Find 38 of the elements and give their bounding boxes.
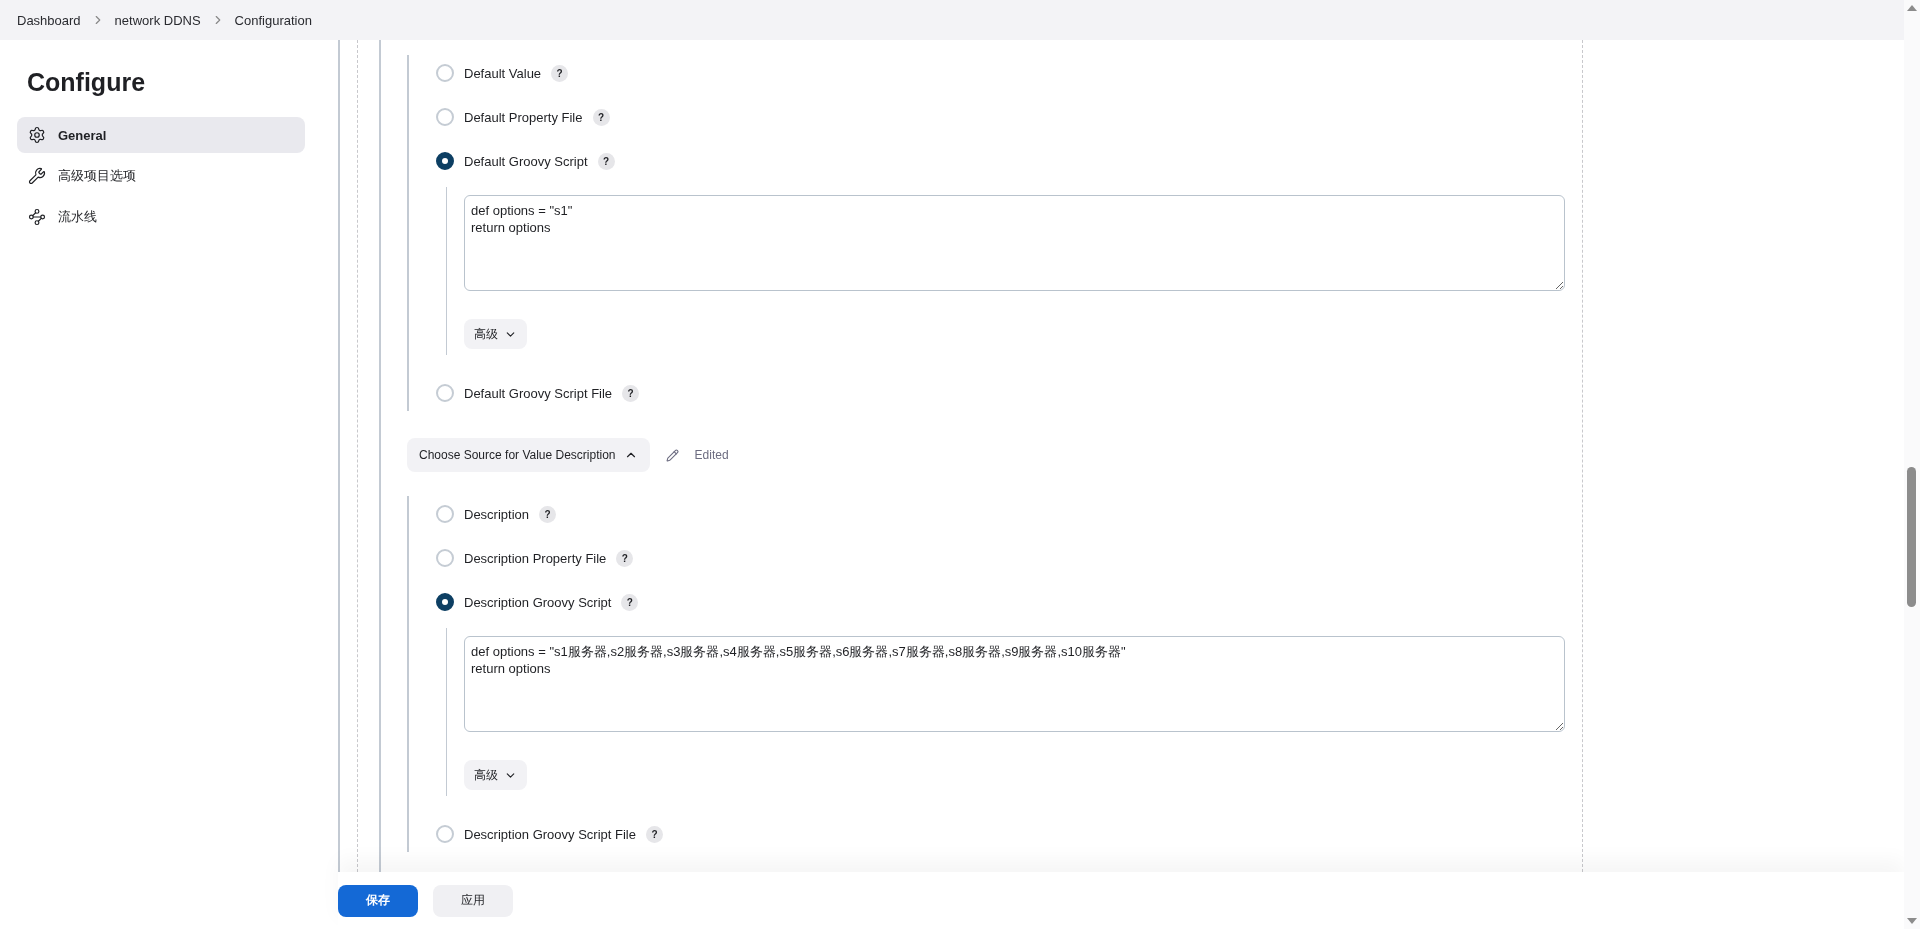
script-field[interactable]: def options = "s1" return options [464,195,1565,291]
sidebar-item[interactable]: 流水线 [17,199,305,235]
page-title: Configure [27,68,147,97]
save-button[interactable]: 保存 [338,884,418,917]
wrench-icon [28,167,46,185]
option-label: Description Groovy Script [464,594,612,610]
breadcrumb-link[interactable]: Configuration [234,12,312,28]
help-button[interactable]: ? [616,549,634,567]
option-label: Default Property File [464,109,583,125]
option-label: Default Groovy Script File [464,385,613,401]
option-label: Description Groovy Script File [464,826,636,842]
help-button[interactable]: ? [551,64,569,82]
pencil-icon [665,448,679,462]
breadcrumb-link[interactable]: Dashboard [17,12,81,28]
radio-button[interactable] [436,593,454,611]
option-label: Description [464,506,530,522]
option-label: Description Property File [464,550,607,566]
help-button[interactable]: ? [539,505,557,523]
edited-status: Edited [694,448,729,462]
apply-button[interactable]: 应用 [433,884,513,917]
gear-icon [28,126,46,144]
option-label: Default Groovy Script [464,153,588,169]
section-toggle-button[interactable]: Choose Source for Value Description [407,438,650,472]
scrollbar[interactable] [1904,0,1920,929]
script-field[interactable]: def options = "s1服务器,s2服务器,s3服务器,s4服务器,s5服务器,s6服务器,s7服务器,s8服务器,s9服务器,s10服务器" return options [464,636,1565,732]
help-button[interactable]: ? [592,108,610,126]
breadcrumb-link[interactable]: network DDNS [114,12,201,28]
help-button[interactable]: ? [621,593,639,611]
sidebar-item[interactable]: 高级项目选项 [17,158,305,194]
sidebar-item[interactable]: General [17,117,305,153]
radio-button[interactable] [436,152,454,170]
help-button[interactable]: ? [645,825,663,843]
advanced-button[interactable]: 高级 [464,760,527,790]
pipeline-icon [28,208,46,226]
option-label: Default Value [464,65,542,81]
advanced-button[interactable]: 高级 [464,319,527,349]
help-button[interactable]: ? [622,384,640,402]
help-button[interactable]: ? [597,152,615,170]
